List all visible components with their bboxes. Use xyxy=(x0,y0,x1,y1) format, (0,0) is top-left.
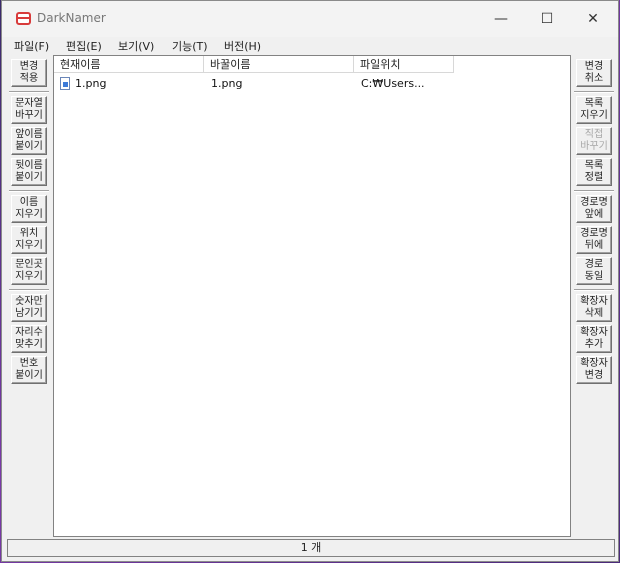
right-tool-panel: 변경 취소 목록 지우기 직접 바꾸기 목록 정렬 경로명 앞에 경로명 뒤에 … xyxy=(572,55,616,537)
add-numbers-button[interactable]: 번호 붙이기 xyxy=(11,356,47,384)
prepend-name-button[interactable]: 앞이름 붙이기 xyxy=(11,127,47,155)
menu-tools[interactable]: 기능(T) xyxy=(172,38,208,54)
separator xyxy=(574,91,614,93)
add-extension-button[interactable]: 확장자 추가 xyxy=(576,325,612,353)
path-suffix-button[interactable]: 경로명 뒤에 xyxy=(576,226,612,254)
app-logo-icon xyxy=(16,12,31,25)
list-header: 현재이름 바꿀이름 파일위치 xyxy=(54,56,570,73)
close-button[interactable]: ✕ xyxy=(570,1,616,37)
title-bar[interactable]: DarkNamer — ☐ ✕ xyxy=(2,1,618,37)
undo-changes-button[interactable]: 변경 취소 xyxy=(576,59,612,87)
separator xyxy=(9,190,49,192)
left-tool-panel: 변경 적용 문자열 바꾸기 앞이름 붙이기 뒷이름 붙이기 이름 지우기 위치 … xyxy=(7,55,51,537)
cell-location: C:₩Users... xyxy=(361,77,425,90)
menu-file[interactable]: 파일(F) xyxy=(14,38,49,54)
window-title: DarkNamer xyxy=(37,11,106,25)
status-bar: 1 개 xyxy=(7,539,615,557)
separator xyxy=(574,289,614,291)
pad-digits-button[interactable]: 자리수 맞추기 xyxy=(11,325,47,353)
separator xyxy=(9,91,49,93)
maximize-button[interactable]: ☐ xyxy=(524,1,570,37)
erase-name-button[interactable]: 이름 지우기 xyxy=(11,195,47,223)
app-window: DarkNamer — ☐ ✕ 파일(F) 편집(E) 보기(V) 기능(T) … xyxy=(1,0,619,562)
path-prefix-button[interactable]: 경로명 앞에 xyxy=(576,195,612,223)
column-current-name[interactable]: 현재이름 xyxy=(54,56,204,73)
cell-new-name: 1.png xyxy=(211,77,243,90)
separator xyxy=(574,190,614,192)
clear-list-button[interactable]: 목록 지우기 xyxy=(576,96,612,124)
erase-position-button[interactable]: 위치 지우기 xyxy=(11,226,47,254)
file-list[interactable]: 현재이름 바꿀이름 파일위치 1.png 1.png C:₩Users... xyxy=(53,55,571,537)
image-file-icon xyxy=(60,77,70,90)
menu-version[interactable]: 버전(H) xyxy=(224,38,261,54)
same-path-button[interactable]: 경로 동일 xyxy=(576,257,612,285)
append-name-button[interactable]: 뒷이름 붙이기 xyxy=(11,158,47,186)
apply-changes-button[interactable]: 변경 적용 xyxy=(11,59,47,87)
menu-bar: 파일(F) 편집(E) 보기(V) 기능(T) 버전(H) xyxy=(2,37,618,55)
separator xyxy=(9,289,49,291)
delete-extension-button[interactable]: 확장자 삭제 xyxy=(576,294,612,322)
direct-rename-button[interactable]: 직접 바꾸기 xyxy=(576,127,612,155)
keep-numbers-button[interactable]: 숫자만 남기기 xyxy=(11,294,47,322)
menu-view[interactable]: 보기(V) xyxy=(118,38,154,54)
table-row[interactable]: 1.png 1.png C:₩Users... xyxy=(54,75,570,92)
file-count: 1 개 xyxy=(300,541,322,554)
change-extension-button[interactable]: 확장자 변경 xyxy=(576,356,612,384)
sort-list-button[interactable]: 목록 정렬 xyxy=(576,158,612,186)
replace-string-button[interactable]: 문자열 바꾸기 xyxy=(11,96,47,124)
column-file-location[interactable]: 파일위치 xyxy=(354,56,454,73)
cell-current-name: 1.png xyxy=(75,77,107,90)
column-new-name[interactable]: 바꿀이름 xyxy=(204,56,354,73)
menu-edit[interactable]: 편집(E) xyxy=(66,38,102,54)
erase-enclosed-button[interactable]: 문인곳 지우기 xyxy=(11,257,47,285)
minimize-button[interactable]: — xyxy=(478,1,524,37)
